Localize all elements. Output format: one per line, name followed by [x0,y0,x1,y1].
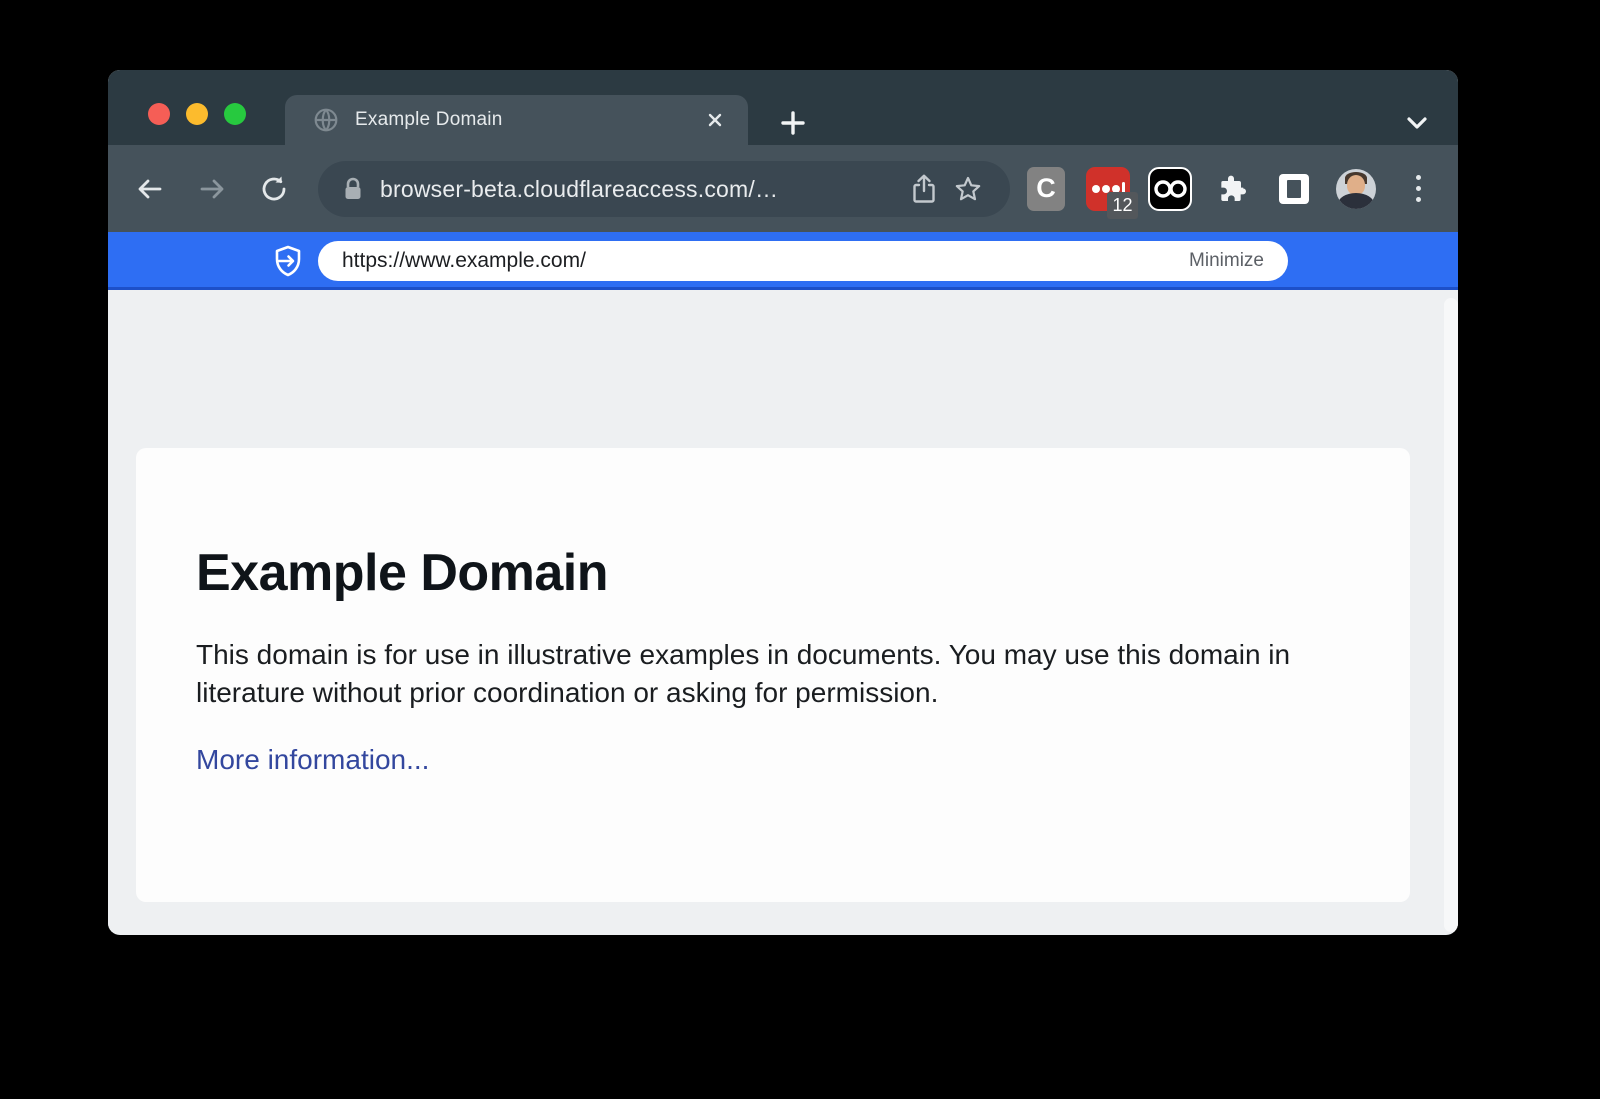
profile-avatar [1336,169,1376,209]
remote-url-input[interactable]: https://www.example.com/ Minimize [318,241,1288,281]
remote-url-value: https://www.example.com/ [342,249,1189,273]
extensions-row: C 12 [1024,145,1440,232]
back-arrow-icon [135,174,165,204]
lastpass-icon: 12 [1086,167,1130,211]
example-domain-card: Example Domain This domain is for use in… [136,448,1410,902]
profile-button[interactable] [1334,145,1378,232]
address-bar[interactable]: browser-beta.cloudflareaccess.com/… [318,161,1010,217]
more-information-link[interactable]: More information... [196,744,429,776]
browser-tab[interactable]: Example Domain [285,95,748,145]
isolation-shield-icon [270,244,306,278]
address-bar-url: browser-beta.cloudflareaccess.com/… [380,176,902,203]
tab-title: Example Domain [355,109,700,131]
minimize-window-button[interactable] [186,103,208,125]
tab-strip: Example Domain [108,70,1458,145]
page-viewport: Example Domain This domain is for use in… [108,290,1458,932]
share-icon [911,174,937,204]
forward-button[interactable] [190,167,234,211]
star-icon [954,175,982,203]
browser-menu-button[interactable] [1396,145,1440,232]
close-window-button[interactable] [148,103,170,125]
lock-icon [342,176,364,202]
side-panel-button[interactable] [1272,145,1316,232]
new-tab-button[interactable] [776,106,810,140]
vertical-scrollbar[interactable] [1444,298,1458,932]
page-paragraph: This domain is for use in illustrative e… [196,636,1346,712]
bookmark-button[interactable] [946,167,990,211]
extension-two-circles-button[interactable] [1148,145,1192,232]
forward-arrow-icon [197,174,227,204]
browser-toolbar: browser-beta.cloudflareaccess.com/… C [108,145,1458,232]
zoom-window-button[interactable] [224,103,246,125]
puzzle-piece-icon [1216,173,1248,205]
tab-close-icon[interactable] [700,105,730,135]
reload-icon [259,174,289,204]
plus-icon [780,110,806,136]
reload-button[interactable] [252,167,296,211]
browser-window: Example Domain [108,70,1458,935]
tab-search-button[interactable] [1400,106,1434,140]
page-title: Example Domain [196,544,1350,604]
side-panel-icon [1279,174,1309,204]
traffic-lights [148,103,246,125]
remote-browser-url-bar: https://www.example.com/ Minimize [108,232,1458,290]
kebab-menu-icon [1416,175,1421,202]
globe-favicon-icon [313,107,339,133]
extension-badge: 12 [1107,192,1138,219]
back-button[interactable] [128,167,172,211]
extensions-menu-button[interactable] [1210,145,1254,232]
two-circles-icon [1148,167,1192,211]
chevron-down-icon [1404,110,1430,136]
minimize-bar-button[interactable]: Minimize [1189,250,1264,272]
extension-c-button[interactable]: C [1024,145,1068,232]
extension-lastpass-button[interactable]: 12 [1086,145,1130,232]
share-button[interactable] [902,167,946,211]
extension-c-icon: C [1027,167,1065,211]
